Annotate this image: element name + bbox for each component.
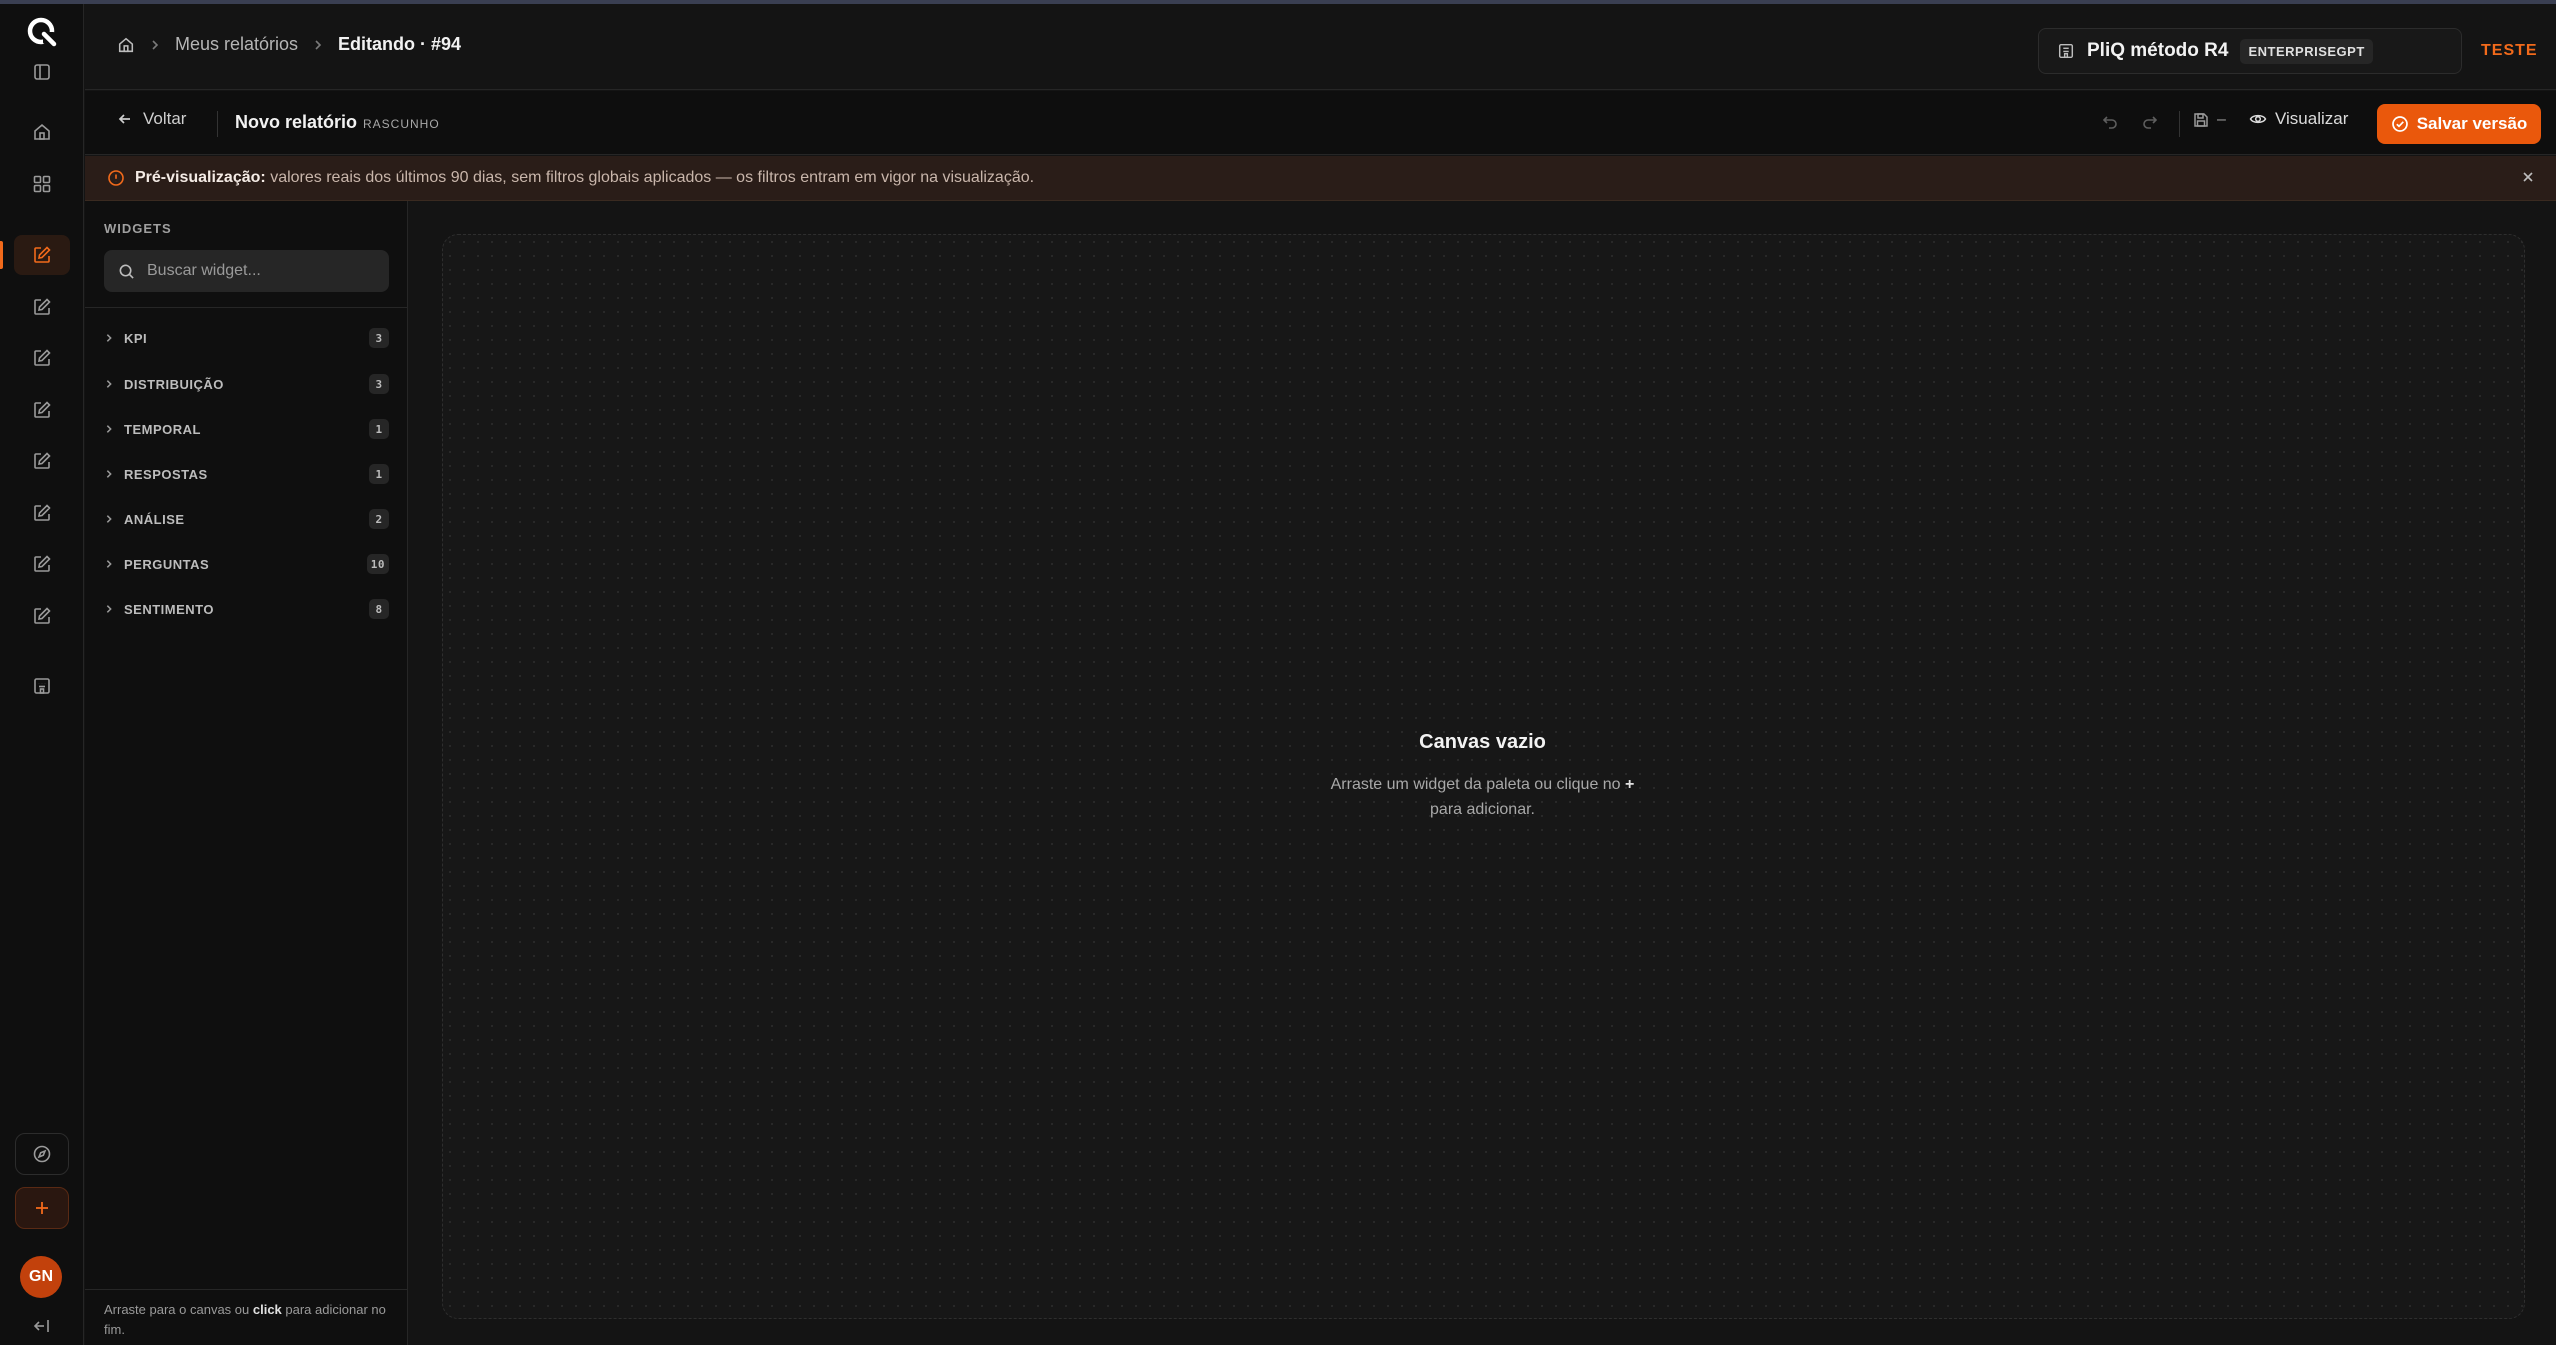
preview-button[interactable]: Visualizar: [2249, 109, 2348, 129]
widget-search-input[interactable]: [147, 262, 367, 280]
save-state-indicator: –: [2193, 111, 2226, 129]
chevron-right-icon: [104, 424, 114, 434]
user-avatar[interactable]: GN: [20, 1256, 62, 1298]
palette-heading: WIDGETS: [104, 221, 172, 236]
category-label: DISTRIBUIÇÃO: [124, 376, 224, 392]
close-icon[interactable]: [2520, 169, 2536, 185]
rail-edit-report-icon[interactable]: [14, 441, 70, 481]
category-count: 8: [369, 599, 389, 619]
editor-toolbar: Voltar Novo relatório RASCUNHO – Visuali…: [85, 91, 2556, 155]
category-count: 3: [369, 374, 389, 394]
toolbar-divider: [2179, 111, 2180, 137]
category-distribuicao[interactable]: DISTRIBUIÇÃO 3: [104, 368, 391, 400]
redo-icon[interactable]: [2141, 113, 2159, 131]
category-count: 3: [369, 328, 389, 348]
chevron-right-icon: [104, 469, 114, 479]
back-label: Voltar: [143, 109, 187, 128]
category-respostas[interactable]: RESPOSTAS 1: [104, 458, 391, 490]
organization-tag: ENTERPRISEGPT: [2240, 38, 2373, 64]
category-label: KPI: [124, 330, 148, 346]
floppy-disk-icon: [2193, 112, 2209, 128]
category-kpi[interactable]: KPI 3: [104, 322, 391, 354]
category-count: 1: [369, 464, 389, 484]
home-icon[interactable]: [117, 36, 135, 54]
widget-search[interactable]: [104, 250, 389, 292]
plus-icon[interactable]: [15, 1187, 69, 1229]
empty-state: Canvas vazio Arraste um widget da paleta…: [409, 731, 2556, 822]
back-button[interactable]: Voltar: [117, 109, 186, 129]
eye-icon: [2249, 110, 2267, 128]
toolbar-divider: [217, 111, 218, 137]
info-circle-icon: [107, 169, 125, 187]
banner-text: valores reais dos últimos 90 dias, sem f…: [270, 169, 1035, 186]
category-count: 2: [369, 509, 389, 529]
panel-toggle-icon[interactable]: [14, 52, 70, 92]
rail-edit-report-icon[interactable]: [14, 390, 70, 430]
collapse-icon[interactable]: [14, 1306, 70, 1345]
environment-badge: TESTE: [2481, 42, 2538, 59]
rail-edit-report-icon[interactable]: [14, 287, 70, 327]
category-temporal[interactable]: TEMPORAL 1: [104, 413, 391, 445]
home-icon[interactable]: [14, 112, 70, 152]
chevron-right-icon: [104, 514, 114, 524]
empty-text-pre: Arraste um widget da paleta ou clique no: [1330, 776, 1626, 793]
organization-name: PliQ método R4: [2087, 40, 2229, 61]
check-circle-icon: [2391, 115, 2409, 133]
rail-edit-report-icon[interactable]: [14, 596, 70, 636]
palette-footer-hint: Arraste para o canvas ou click para adic…: [85, 1289, 407, 1345]
building-icon: [2057, 42, 2075, 60]
rail-edit-report-icon[interactable]: [14, 338, 70, 378]
empty-text-post: para adicionar.: [1430, 801, 1535, 818]
chevron-right-icon: [312, 39, 324, 51]
left-rail: GN: [0, 4, 84, 1345]
logo-icon[interactable]: [14, 12, 70, 52]
rail-edit-report-icon[interactable]: [14, 544, 70, 584]
search-icon: [118, 263, 135, 280]
category-perguntas[interactable]: PERGUNTAS 10: [104, 548, 391, 580]
hint-text-bold: click: [252, 1302, 282, 1317]
empty-text-plus: +: [1625, 776, 1635, 793]
category-analise[interactable]: ANÁLISE 2: [104, 503, 391, 535]
breadcrumb: Meus relatórios Editando · #94: [117, 34, 461, 55]
compass-icon[interactable]: [15, 1133, 69, 1175]
preview-banner: Pré-visualização: valores reais dos últi…: [85, 156, 2556, 201]
chevron-right-icon: [104, 379, 114, 389]
preview-label: Visualizar: [2275, 109, 2349, 128]
chevron-right-icon: [104, 604, 114, 614]
category-count: 1: [369, 419, 389, 439]
top-header: Meus relatórios Editando · #94 PliQ méto…: [85, 4, 2556, 90]
category-sentimento[interactable]: SENTIMENTO 8: [104, 593, 391, 625]
report-title[interactable]: Novo relatório: [235, 112, 357, 133]
rail-edit-report-icon-active[interactable]: [0, 235, 70, 275]
banner-label: Pré-visualização:: [135, 169, 266, 186]
organization-selector[interactable]: PliQ método R4 ENTERPRISEGPT: [2038, 28, 2462, 74]
category-label: ANÁLISE: [124, 511, 185, 527]
draft-status-badge: RASCUNHO: [363, 117, 440, 131]
rail-edit-report-icon[interactable]: [14, 493, 70, 533]
palette-divider: [85, 307, 407, 308]
undo-icon[interactable]: [2101, 113, 2119, 131]
category-label: SENTIMENTO: [124, 601, 214, 617]
canvas-area: Canvas vazio Arraste um widget da paleta…: [409, 201, 2556, 1345]
empty-state-title: Canvas vazio: [1419, 731, 1546, 753]
banner-message: Pré-visualização: valores reais dos últi…: [135, 169, 1034, 187]
category-label: TEMPORAL: [124, 421, 201, 437]
save-version-button[interactable]: Salvar versão: [2377, 104, 2541, 144]
widget-palette: WIDGETS KPI 3 DISTRIBUIÇÃO 3 TEMPORAL 1 …: [85, 201, 408, 1345]
chevron-right-icon: [149, 39, 161, 51]
category-label: PERGUNTAS: [124, 556, 210, 572]
building-icon[interactable]: [14, 666, 70, 706]
breadcrumb-current: Editando · #94: [338, 34, 462, 54]
hint-text-pre: Arraste para o canvas ou: [104, 1302, 253, 1317]
chevron-right-icon: [104, 333, 114, 343]
save-version-label: Salvar versão: [2416, 114, 2528, 133]
dashboard-grid-icon[interactable]: [14, 164, 70, 204]
category-count: 10: [366, 554, 389, 574]
category-label: RESPOSTAS: [124, 466, 208, 482]
arrow-left-icon: [117, 111, 133, 127]
chevron-right-icon: [104, 559, 114, 569]
empty-state-text: Arraste um widget da paleta ou clique no…: [1318, 772, 1648, 822]
save-state-text: –: [2217, 111, 2226, 128]
breadcrumb-parent[interactable]: Meus relatórios: [175, 34, 298, 55]
